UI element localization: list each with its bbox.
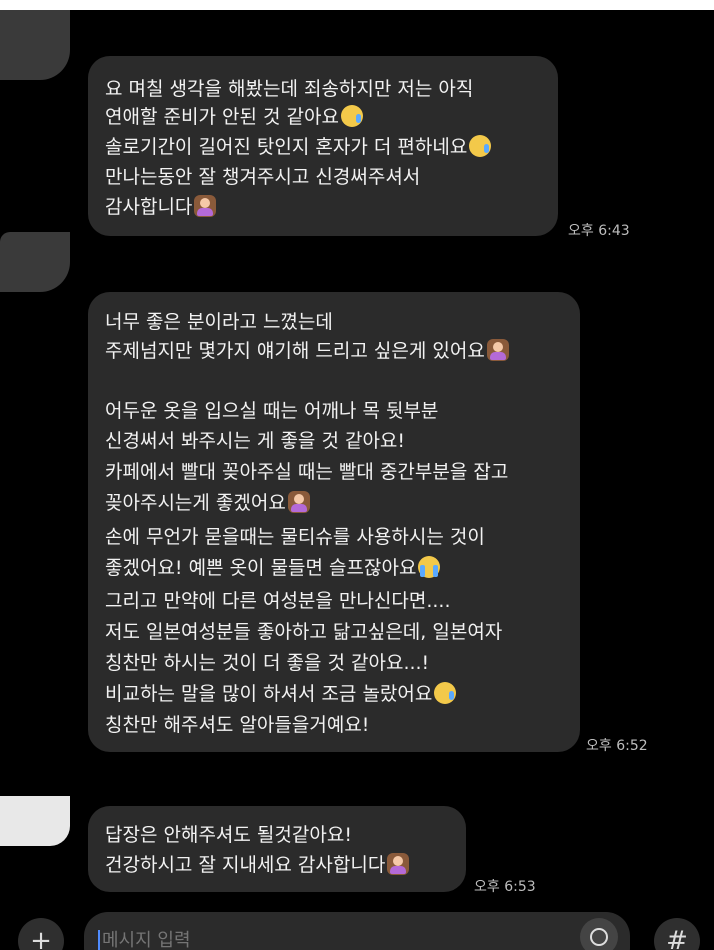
message-line: 어두운 옷을 입으실 때는 어깨나 목 뒷부분 (105, 400, 439, 422)
message-line: 만나는동안 잘 챙겨주시고 신경써주셔서 (105, 166, 421, 188)
message-line: 저도 일본여성분들 좋아하고 닮고싶은데, 일본여자 (105, 621, 503, 643)
message-line: 칭찬만 해주셔도 알아들을거예요! (105, 714, 370, 736)
smile-icon (590, 928, 608, 946)
message-line: 요 며칠 생각을 해봤는데 죄송하지만 저는 아직 (105, 78, 474, 100)
message-line: 연애할 준비가 안된 것 같아요 (105, 104, 363, 130)
emoji-button[interactable] (580, 918, 618, 950)
message-composer[interactable] (84, 912, 630, 950)
message-line: 좋겠어요! 예쁜 옷이 물들면 슬프잖아요 (105, 555, 441, 581)
message-bubble[interactable] (88, 806, 466, 892)
avatar-1[interactable] (0, 10, 70, 80)
message-line: 칭찬만 하시는 것이 더 좋을 것 같아요...! (105, 652, 430, 674)
message-line: 꽂아주시는게 좋겠어요 (105, 490, 310, 516)
hash-button[interactable]: # (654, 918, 700, 950)
message-line: 답장은 안해주셔도 될것같아요! (105, 824, 352, 846)
message-line: 신경써서 봐주시는 게 좋을 것 같아요! (105, 430, 406, 452)
avatar-3[interactable] (0, 796, 70, 846)
message-line: 솔로기간이 길어진 탓인지 혼자가 더 편하네요 (105, 134, 492, 160)
message-line: 건강하시고 잘 지내세요 감사합니다 (105, 852, 410, 878)
add-button[interactable]: + (18, 918, 64, 950)
woman-bowing-icon (387, 853, 410, 875)
message-line: 감사합니다 (105, 194, 217, 220)
message-line: 그리고 만약에 다른 여성분을 만나신다면.... (105, 590, 451, 612)
tongue-face-icon (434, 682, 457, 704)
avatar-2[interactable] (0, 232, 70, 292)
message-line: 비교하는 말을 많이 하셔서 조금 놀랐어요 (105, 681, 457, 707)
crying-face-icon (418, 556, 441, 578)
woman-bowing-icon (194, 195, 217, 217)
message-time: 오후 6:43 (568, 223, 630, 239)
tongue-face-icon (340, 105, 363, 127)
woman-bowing-icon (287, 491, 310, 513)
plus-icon: + (30, 926, 52, 950)
message-line: 카페에서 빨대 꽂아주실 때는 빨대 중간부분을 잡고 (105, 461, 509, 483)
message-line: 주제넘지만 몇가지 얘기해 드리고 싶은게 있어요 (105, 338, 509, 364)
message-input[interactable] (102, 930, 562, 950)
message-line: 손에 무언가 묻을때는 물티슈를 사용하시는 것이 (105, 526, 485, 548)
message-line: 너무 좋은 분이라고 느꼈는데 (105, 311, 333, 333)
tongue-face-icon (469, 135, 492, 157)
message-time: 오후 6:52 (586, 738, 648, 754)
text-cursor (98, 930, 100, 950)
top-edge (0, 0, 714, 10)
message-time: 오후 6:53 (474, 879, 536, 895)
woman-bowing-icon (486, 339, 509, 361)
hash-icon: # (666, 926, 688, 950)
